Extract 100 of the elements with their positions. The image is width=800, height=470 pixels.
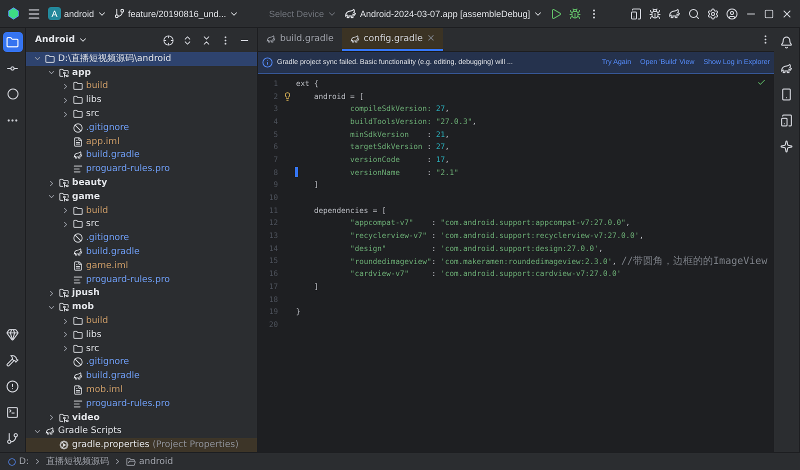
settings-file-icon [59,440,69,450]
text-file-icon [73,164,83,174]
item-label: src [86,109,100,120]
tree-item[interactable]: .gitignore [26,231,257,246]
item-label: src [86,219,100,230]
tree-item[interactable]: D:\直播短视频源码\android [26,52,257,66]
tree-item[interactable]: libs [26,93,257,108]
item-label: src [86,344,100,354]
module-icon [59,178,69,188]
tree-item[interactable]: Gradle Scripts [26,424,257,438]
tree-item[interactable]: .gitignore [26,356,257,370]
tree-item[interactable]: app [26,66,257,80]
ignore-icon [73,233,83,244]
item-label: D:\直播短视频源码\android [58,52,172,66]
tree-item[interactable]: jpush [26,286,257,300]
project-selector[interactable]: A android [45,5,110,22]
tree-item[interactable]: app.iml [26,134,257,149]
view-selector[interactable]: Android [32,33,91,47]
lightbulb-icon[interactable] [283,92,292,101]
text-file-icon [73,274,83,285]
gradle-icon [45,426,55,436]
check-icon [757,78,766,87]
tree-item[interactable]: mob.iml [26,383,257,397]
drive-icon [8,458,16,466]
item-label: .gitignore [86,233,130,244]
item-label: proguard-rules.pro [86,274,170,285]
item-label: build.gradle [86,247,140,258]
info-icon [262,57,273,68]
tree-item[interactable]: video [26,410,257,425]
tree-item[interactable]: mob [26,300,257,314]
breadcrumb-item[interactable]: 直播短视频源码 [46,455,109,468]
tree-item[interactable]: build [26,314,257,328]
item-label: game [72,192,100,202]
tree-item[interactable]: build [26,204,257,218]
item-label: app.iml [86,136,120,147]
file-icon [73,136,83,147]
module-icon [59,192,69,202]
tree-item[interactable]: beauty [26,176,257,190]
gradle-icon [350,34,360,44]
item-label: build.gradle [86,371,140,382]
branch-icon [114,8,126,19]
run-config-selector[interactable]: Android-2024-03-07.app [assembleDebug] [341,5,546,22]
tree-item[interactable]: proguard-rules.pro [26,162,257,176]
close-tab-button[interactable]: × [426,33,436,44]
folder-icon [73,219,83,230]
item-label: .gitignore [86,122,130,133]
folder-icon [73,316,83,326]
ignore-icon [73,122,83,133]
device-selector[interactable]: Select Device [266,6,340,20]
gradle-icon [73,371,83,382]
module-icon [59,412,69,423]
text-file-icon [73,398,83,409]
tree-item[interactable]: libs [26,328,257,342]
tree-item[interactable]: proguard-rules.pro [26,272,257,287]
project-tool-button[interactable] [2,32,22,52]
folder-icon [73,95,83,106]
tree-item[interactable]: build [26,80,257,94]
breadcrumb-item[interactable]: D: [8,456,29,466]
item-label: game.iml [86,260,128,271]
item-label: mob [72,302,94,312]
tree-item[interactable]: build.gradle [26,245,257,259]
module-icon [59,68,69,78]
item-label: mob.iml [86,385,123,396]
item-label: proguard-rules.pro [86,398,170,409]
gradle-icon [266,34,276,44]
tree-item[interactable]: src [26,218,257,232]
folder-icon [73,81,83,92]
branch-selector[interactable]: feature/20190816_und... [111,6,242,21]
item-label: .gitignore [86,357,130,368]
tree-item[interactable]: proguard-rules.pro [26,396,257,411]
breadcrumb-item[interactable]: android [126,456,174,466]
folder-icon [45,54,55,64]
gradle-icon [73,150,83,160]
file-icon [73,385,83,396]
tree-item[interactable]: game.iml [26,258,257,273]
editor-tab[interactable]: config.gradle × [342,28,444,51]
module-icon [59,288,69,298]
tree-item[interactable]: .gitignore [26,120,257,135]
tree-item[interactable]: build.gradle [26,148,257,162]
item-note: (Project Properties) [152,440,239,450]
tree-item[interactable]: src [26,107,257,121]
folder-icon [73,344,83,354]
folder-icon [126,456,136,466]
item-label: build [86,206,108,216]
tree-item[interactable]: gradle.properties (Project Properties) [26,438,257,452]
tree-item[interactable]: src [26,342,257,356]
item-label: beauty [72,178,108,188]
folder-icon [73,206,83,216]
tree-item[interactable]: build.gradle [26,369,257,384]
item-label: build [86,316,108,326]
item-label: libs [86,95,102,106]
item-label: jpush [72,288,100,298]
item-label: Gradle Scripts [58,426,122,436]
gradle-icon [344,7,358,20]
tree-item[interactable]: game [26,190,257,204]
item-label: libs [86,330,102,340]
module-icon [59,302,69,312]
editor-tab[interactable]: build.gradle [258,28,342,51]
item-label: app [72,68,91,78]
item-label: gradle.properties [72,440,150,450]
